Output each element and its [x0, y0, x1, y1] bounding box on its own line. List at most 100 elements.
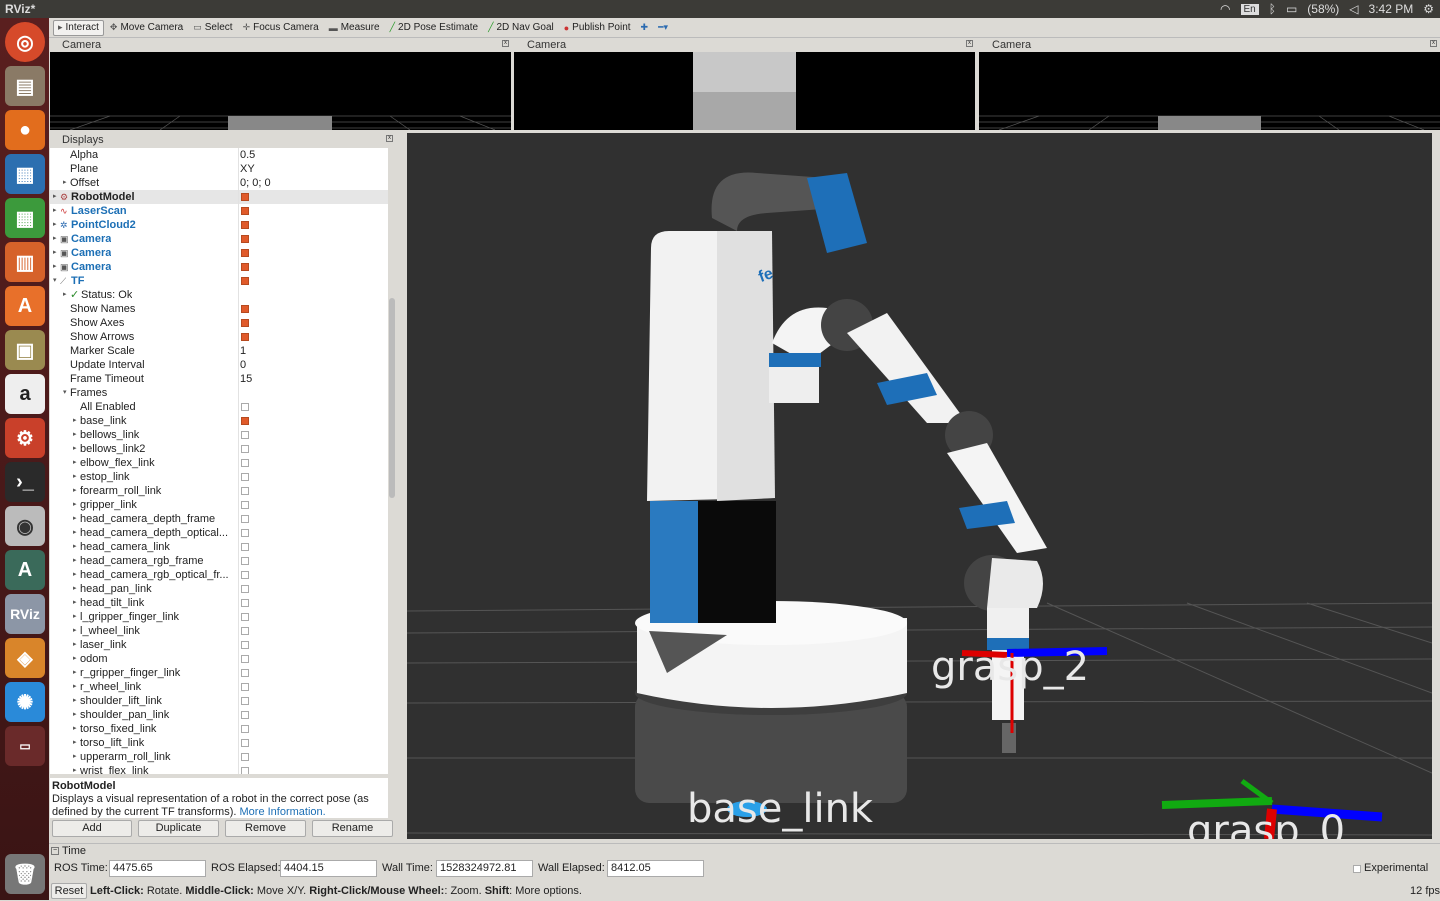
expand-arrow-icon[interactable]: ▸ [53, 218, 57, 232]
all-enabled-checkbox[interactable] [241, 403, 249, 411]
frame-row[interactable]: ▸ head_camera_depth_optical... [50, 526, 388, 540]
expand-arrow-icon[interactable]: ▸ [73, 540, 77, 554]
prop-checkbox[interactable] [241, 333, 249, 341]
prop-row-alpha[interactable]: Alpha 0.5 [50, 148, 388, 162]
display-item-robotmodel[interactable]: ▸ ⚙ RobotModel [50, 190, 388, 204]
nav-goal-tool[interactable]: ╱ 2D Nav Goal [484, 20, 558, 36]
prop-value[interactable]: 1 [240, 344, 246, 358]
workspace-icon[interactable]: ▭ [5, 726, 45, 766]
add-button[interactable]: Add [52, 820, 132, 837]
frame-checkbox[interactable] [241, 459, 249, 467]
expand-arrow-icon[interactable]: ▸ [73, 568, 77, 582]
camera-view-2[interactable] [514, 52, 975, 130]
frame-checkbox[interactable] [241, 697, 249, 705]
expand-arrow-icon[interactable]: ▸ [63, 176, 67, 190]
pose-estimate-tool[interactable]: ╱ 2D Pose Estimate [386, 20, 482, 36]
expand-arrow-icon[interactable]: ▸ [73, 694, 77, 708]
frame-checkbox[interactable] [241, 725, 249, 733]
expand-arrow-icon[interactable]: ▸ [73, 652, 77, 666]
camera-view-3[interactable] [979, 52, 1440, 130]
frame-row[interactable]: ▸ shoulder_lift_link [50, 694, 388, 708]
displays-scrollbar[interactable] [388, 148, 396, 774]
expand-arrow-icon[interactable]: ▸ [73, 414, 77, 428]
wifi-icon[interactable]: ◠ [1220, 2, 1230, 16]
frame-checkbox[interactable] [241, 641, 249, 649]
ubuntu-icon[interactable]: ◎ [5, 22, 45, 62]
image-viewer-icon[interactable]: ▦ [5, 154, 45, 194]
frame-checkbox[interactable] [241, 501, 249, 509]
expand-arrow-icon[interactable]: ▸ [73, 736, 77, 750]
display-item-laserscan[interactable]: ▸ ∿ LaserScan [50, 204, 388, 218]
frame-checkbox[interactable] [241, 473, 249, 481]
remove-tool-button[interactable]: ━▾ [654, 20, 672, 36]
tf-prop-frame-timeout[interactable]: Frame Timeout 15 [50, 372, 388, 386]
frame-row[interactable]: ▸ elbow_flex_link [50, 456, 388, 470]
frame-checkbox[interactable] [241, 711, 249, 719]
expand-arrow-icon[interactable]: ▸ [53, 260, 57, 274]
displays-scrollbar-thumb[interactable] [389, 298, 395, 498]
archive-icon[interactable]: ▣ [5, 330, 45, 370]
expand-arrow-icon[interactable]: ▸ [53, 190, 57, 204]
expand-arrow-icon[interactable]: ▸ [73, 428, 77, 442]
frame-checkbox[interactable] [241, 613, 249, 621]
expand-arrow-icon[interactable]: ▸ [73, 512, 77, 526]
display-checkbox[interactable] [241, 207, 249, 215]
collapse-arrow-icon[interactable]: ▾ [63, 386, 67, 400]
software-center-icon[interactable]: A [5, 286, 45, 326]
volume-icon[interactable]: ◁ [1349, 2, 1358, 16]
experimental-checkbox[interactable] [1353, 865, 1361, 873]
display-checkbox[interactable] [241, 221, 249, 229]
updater-icon[interactable]: A [5, 550, 45, 590]
expand-arrow-icon[interactable]: ▸ [73, 610, 77, 624]
frame-row[interactable]: ▸ bellows_link [50, 428, 388, 442]
terminal-icon[interactable]: ›_ [5, 462, 45, 502]
collapse-icon[interactable]: − [51, 847, 59, 855]
frame-checkbox[interactable] [241, 767, 249, 774]
frame-row[interactable]: ▸ head_camera_depth_frame [50, 512, 388, 526]
frame-checkbox[interactable] [241, 683, 249, 691]
close-icon[interactable]: x [386, 135, 393, 142]
rviz-icon[interactable]: RViz [5, 594, 45, 634]
expand-arrow-icon[interactable]: ▸ [73, 722, 77, 736]
ros-time-field[interactable]: 4475.65 [109, 860, 206, 877]
move-camera-tool[interactable]: ✥ Move Camera [106, 20, 187, 36]
frame-row[interactable]: ▸ r_wheel_link [50, 680, 388, 694]
close-icon[interactable]: x [1430, 40, 1437, 47]
tf-status-row[interactable]: ▸ ✓ Status: Ok [50, 288, 388, 302]
frame-row[interactable]: ▸ laser_link [50, 638, 388, 652]
prop-checkbox[interactable] [241, 305, 249, 313]
prop-checkbox[interactable] [241, 319, 249, 327]
tf-prop-show-arrows[interactable]: Show Arrows [50, 330, 388, 344]
prop-value[interactable]: 15 [240, 372, 252, 386]
frame-checkbox[interactable] [241, 543, 249, 551]
frame-row[interactable]: ▸ forearm_roll_link [50, 484, 388, 498]
ros-elapsed-field[interactable]: 4404.15 [280, 860, 377, 877]
reset-button[interactable]: Reset [51, 883, 87, 899]
close-icon[interactable]: x [502, 40, 509, 47]
camera-app-icon[interactable]: ◉ [5, 506, 45, 546]
expand-arrow-icon[interactable]: ▸ [73, 498, 77, 512]
display-item-camera-1[interactable]: ▸ ▣ Camera [50, 232, 388, 246]
wall-time-field[interactable]: 1528324972.81 [436, 860, 533, 877]
frame-checkbox[interactable] [241, 431, 249, 439]
firefox-icon[interactable]: ● [5, 110, 45, 150]
prop-value[interactable]: 0.5 [240, 148, 255, 162]
frame-checkbox[interactable] [241, 585, 249, 593]
rename-button[interactable]: Rename [312, 820, 393, 837]
frame-checkbox[interactable] [241, 627, 249, 635]
collapse-arrow-icon[interactable]: ▾ [53, 274, 57, 288]
frame-checkbox[interactable] [241, 571, 249, 579]
frame-row[interactable]: ▸ head_tilt_link [50, 596, 388, 610]
display-checkbox[interactable] [241, 263, 249, 271]
tf-prop-update-interval[interactable]: Update Interval 0 [50, 358, 388, 372]
expand-arrow-icon[interactable]: ▸ [73, 764, 77, 774]
battery-percent[interactable]: (58%) [1307, 2, 1339, 16]
frame-row[interactable]: ▸ bellows_link2 [50, 442, 388, 456]
duplicate-button[interactable]: Duplicate [138, 820, 219, 837]
frame-checkbox[interactable] [241, 739, 249, 747]
publish-point-tool[interactable]: ● Publish Point [560, 20, 635, 36]
display-item-camera-2[interactable]: ▸ ▣ Camera [50, 246, 388, 260]
expand-arrow-icon[interactable]: ▸ [73, 750, 77, 764]
keyboard-indicator[interactable]: En [1240, 3, 1259, 15]
frame-checkbox[interactable] [241, 753, 249, 761]
